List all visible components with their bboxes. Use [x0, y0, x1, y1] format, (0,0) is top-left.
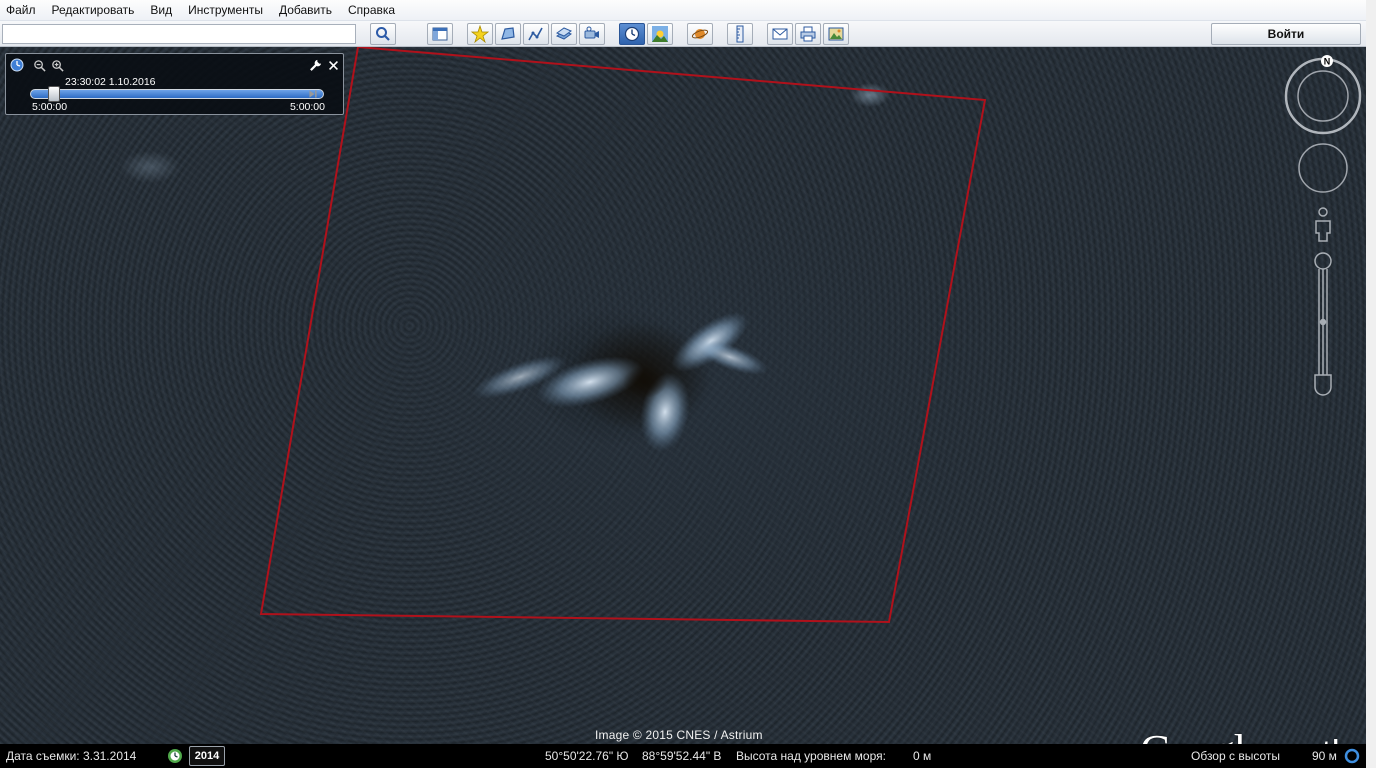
path-icon — [528, 27, 543, 41]
logo-earth: earth — [1270, 732, 1352, 744]
eye-altitude-value: 90 м — [1312, 749, 1337, 763]
save-image-button[interactable] — [823, 23, 849, 45]
menu-view[interactable]: Вид — [150, 3, 172, 17]
menu-help[interactable]: Справка — [348, 3, 395, 17]
envelope-icon — [772, 28, 788, 40]
add-placemark-button[interactable] — [467, 23, 493, 45]
google-earth-logo: Google earth — [1140, 725, 1352, 744]
image-icon — [828, 27, 844, 41]
compass-north-label: N — [1324, 57, 1331, 67]
wrench-icon[interactable] — [308, 58, 322, 72]
streaming-status-icon — [1344, 748, 1360, 764]
placemark-icon — [471, 25, 489, 43]
street-view-pegman-icon[interactable] — [1315, 207, 1331, 242]
zoom-in-icon[interactable] — [50, 58, 64, 72]
skip-end-icon[interactable] — [306, 87, 320, 101]
clock-icon — [624, 26, 640, 42]
polygon-icon — [501, 27, 515, 40]
elevation-value: 0 м — [913, 749, 932, 763]
range-start-label: 5:00:00 — [32, 101, 68, 113]
navigation-controls: N — [1284, 55, 1362, 396]
historical-imagery-icon[interactable] — [167, 748, 183, 764]
video-camera-icon — [584, 26, 599, 39]
sidebar-toggle-button[interactable] — [427, 23, 453, 45]
window-edge — [1366, 0, 1376, 768]
image-overlay-icon — [555, 27, 573, 40]
time-slider-track[interactable] — [30, 89, 324, 99]
search-input[interactable] — [2, 24, 356, 44]
look-joystick[interactable] — [1298, 143, 1348, 193]
add-path-button[interactable] — [523, 23, 549, 45]
historical-imagery-button[interactable] — [619, 23, 645, 45]
map-view[interactable]: Image © 2015 CNES / Astrium Google earth — [0, 47, 1366, 744]
compass-ring[interactable]: N — [1284, 55, 1362, 135]
close-icon[interactable] — [326, 58, 340, 72]
search-button[interactable] — [370, 23, 396, 45]
status-bar: Дата съемки: 3.31.2014 2014 50°50'22.76"… — [0, 744, 1366, 768]
toolbar: Войти — [0, 21, 1366, 47]
add-image-overlay-button[interactable] — [551, 23, 577, 45]
time-slider-thumb[interactable] — [47, 86, 60, 102]
menu-edit[interactable]: Редактировать — [52, 3, 135, 17]
ruler-icon — [736, 25, 744, 43]
menu-file[interactable]: Файл — [6, 3, 36, 17]
map-overlay — [120, 47, 987, 624]
add-polygon-button[interactable] — [495, 23, 521, 45]
imagery-date: Дата съемки: 3.31.2014 — [6, 749, 137, 763]
longitude: 88°59'52.44" В — [642, 749, 722, 763]
imagery-attribution: Image © 2015 CNES / Astrium — [595, 728, 763, 742]
email-button[interactable] — [767, 23, 793, 45]
zoom-slider[interactable] — [1314, 252, 1332, 396]
eye-altitude-label: Обзор с высоты — [1191, 749, 1280, 763]
bright-spot — [120, 151, 180, 183]
elevation-label: Высота над уровнем моря: — [736, 749, 886, 763]
menu-bar: Файл Редактировать Вид Инструменты Добав… — [0, 0, 1366, 21]
ruler-button[interactable] — [727, 23, 753, 45]
google-earth-window: Файл Редактировать Вид Инструменты Добав… — [0, 0, 1376, 768]
print-button[interactable] — [795, 23, 821, 45]
printer-icon — [800, 26, 816, 42]
planet-icon — [691, 29, 709, 39]
menu-tools[interactable]: Инструменты — [188, 3, 263, 17]
sidebar-icon — [432, 27, 448, 41]
search-icon — [376, 27, 390, 41]
switch-planet-button[interactable] — [687, 23, 713, 45]
record-tour-button[interactable] — [579, 23, 605, 45]
target-object — [472, 312, 768, 452]
sunlight-button[interactable] — [647, 23, 673, 45]
sun-landscape-icon — [652, 26, 668, 42]
latitude: 50°50'22.76" Ю — [545, 749, 629, 763]
range-end-label: 5:00:00 — [289, 101, 325, 113]
logo-google: Google — [1140, 726, 1265, 744]
bright-spot — [850, 83, 890, 107]
current-time-label: 23:30:02 1.10.2016 — [65, 76, 156, 88]
imagery-year-badge[interactable]: 2014 — [189, 746, 225, 766]
login-button[interactable]: Войти — [1211, 23, 1361, 45]
clock-icon — [10, 58, 24, 72]
menu-add[interactable]: Добавить — [279, 3, 332, 17]
zoom-out-icon[interactable] — [32, 58, 46, 72]
time-slider-panel: 23:30:02 1.10.2016 5:00:00 5:00:00 — [5, 53, 344, 115]
